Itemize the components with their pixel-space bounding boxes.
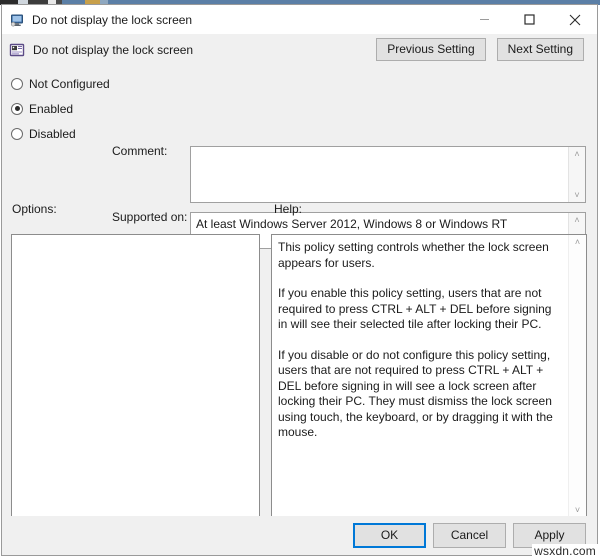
- radio-indicator-not-configured: [11, 78, 23, 90]
- maximize-button[interactable]: [507, 5, 552, 34]
- ok-button[interactable]: OK: [353, 523, 426, 548]
- supported-on-value: At least Windows Server 2012, Windows 8 …: [196, 217, 565, 232]
- window-title: Do not display the lock screen: [32, 13, 192, 27]
- scroll-down-icon[interactable]: ˅: [569, 188, 585, 202]
- radio-label-enabled: Enabled: [29, 102, 73, 116]
- options-label: Options:: [12, 202, 57, 216]
- help-paragraph: This policy setting controls whether the…: [278, 240, 559, 271]
- help-panel: This policy setting controls whether the…: [271, 234, 587, 518]
- comment-label: Comment:: [112, 144, 167, 158]
- help-paragraph: If you disable or do not configure this …: [278, 348, 559, 441]
- next-setting-button[interactable]: Next Setting: [497, 38, 584, 61]
- radio-label-not-configured: Not Configured: [29, 77, 110, 91]
- dialog-footer: OK Cancel Apply: [2, 516, 597, 555]
- radio-indicator-disabled: [11, 128, 23, 140]
- comment-textbox[interactable]: ˄ ˅: [190, 146, 586, 203]
- previous-setting-button[interactable]: Previous Setting: [376, 38, 485, 61]
- close-button[interactable]: [552, 5, 597, 34]
- setting-nav-buttons: Previous Setting Next Setting: [376, 38, 584, 61]
- close-icon: [569, 14, 581, 26]
- scroll-up-icon[interactable]: ˄: [570, 235, 586, 249]
- policy-setting-dialog: Do not display the lock screen: [1, 4, 598, 556]
- scroll-down-icon[interactable]: ˅: [570, 503, 586, 517]
- supported-on-label: Supported on:: [112, 210, 187, 224]
- title-bar: Do not display the lock screen: [2, 5, 597, 34]
- settings-area: Not Configured Enabled Disabled Comment:…: [2, 66, 597, 179]
- minimize-button[interactable]: [462, 5, 507, 34]
- options-panel[interactable]: [11, 234, 260, 518]
- watermark: wsxdn.com: [532, 544, 598, 558]
- monitor-policy-icon: [9, 12, 25, 28]
- help-label: Help:: [274, 202, 302, 216]
- policy-setting-name: Do not display the lock screen: [33, 43, 193, 57]
- cancel-button[interactable]: Cancel: [433, 523, 506, 548]
- radio-label-disabled: Disabled: [29, 127, 76, 141]
- radio-disabled[interactable]: Disabled: [11, 121, 116, 146]
- minimize-icon: [479, 14, 490, 25]
- comment-scrollbar[interactable]: ˄ ˅: [568, 147, 585, 202]
- scroll-up-icon[interactable]: ˄: [569, 213, 585, 227]
- policy-state-radio-group: Not Configured Enabled Disabled: [11, 71, 116, 146]
- radio-not-configured[interactable]: Not Configured: [11, 71, 116, 96]
- group-policy-setting-icon: [9, 42, 25, 58]
- scroll-up-icon[interactable]: ˄: [569, 147, 585, 161]
- radio-indicator-enabled: [11, 103, 23, 115]
- radio-enabled[interactable]: Enabled: [11, 96, 116, 121]
- help-scrollbar[interactable]: ˄ ˅: [568, 235, 586, 517]
- maximize-icon: [524, 14, 535, 25]
- policy-header-row: Do not display the lock screen Previous …: [2, 34, 597, 66]
- help-text: This policy setting controls whether the…: [278, 240, 559, 441]
- screen: Do not display the lock screen: [0, 0, 600, 558]
- caption-button-group: [462, 5, 597, 34]
- help-paragraph: If you enable this policy setting, users…: [278, 286, 559, 333]
